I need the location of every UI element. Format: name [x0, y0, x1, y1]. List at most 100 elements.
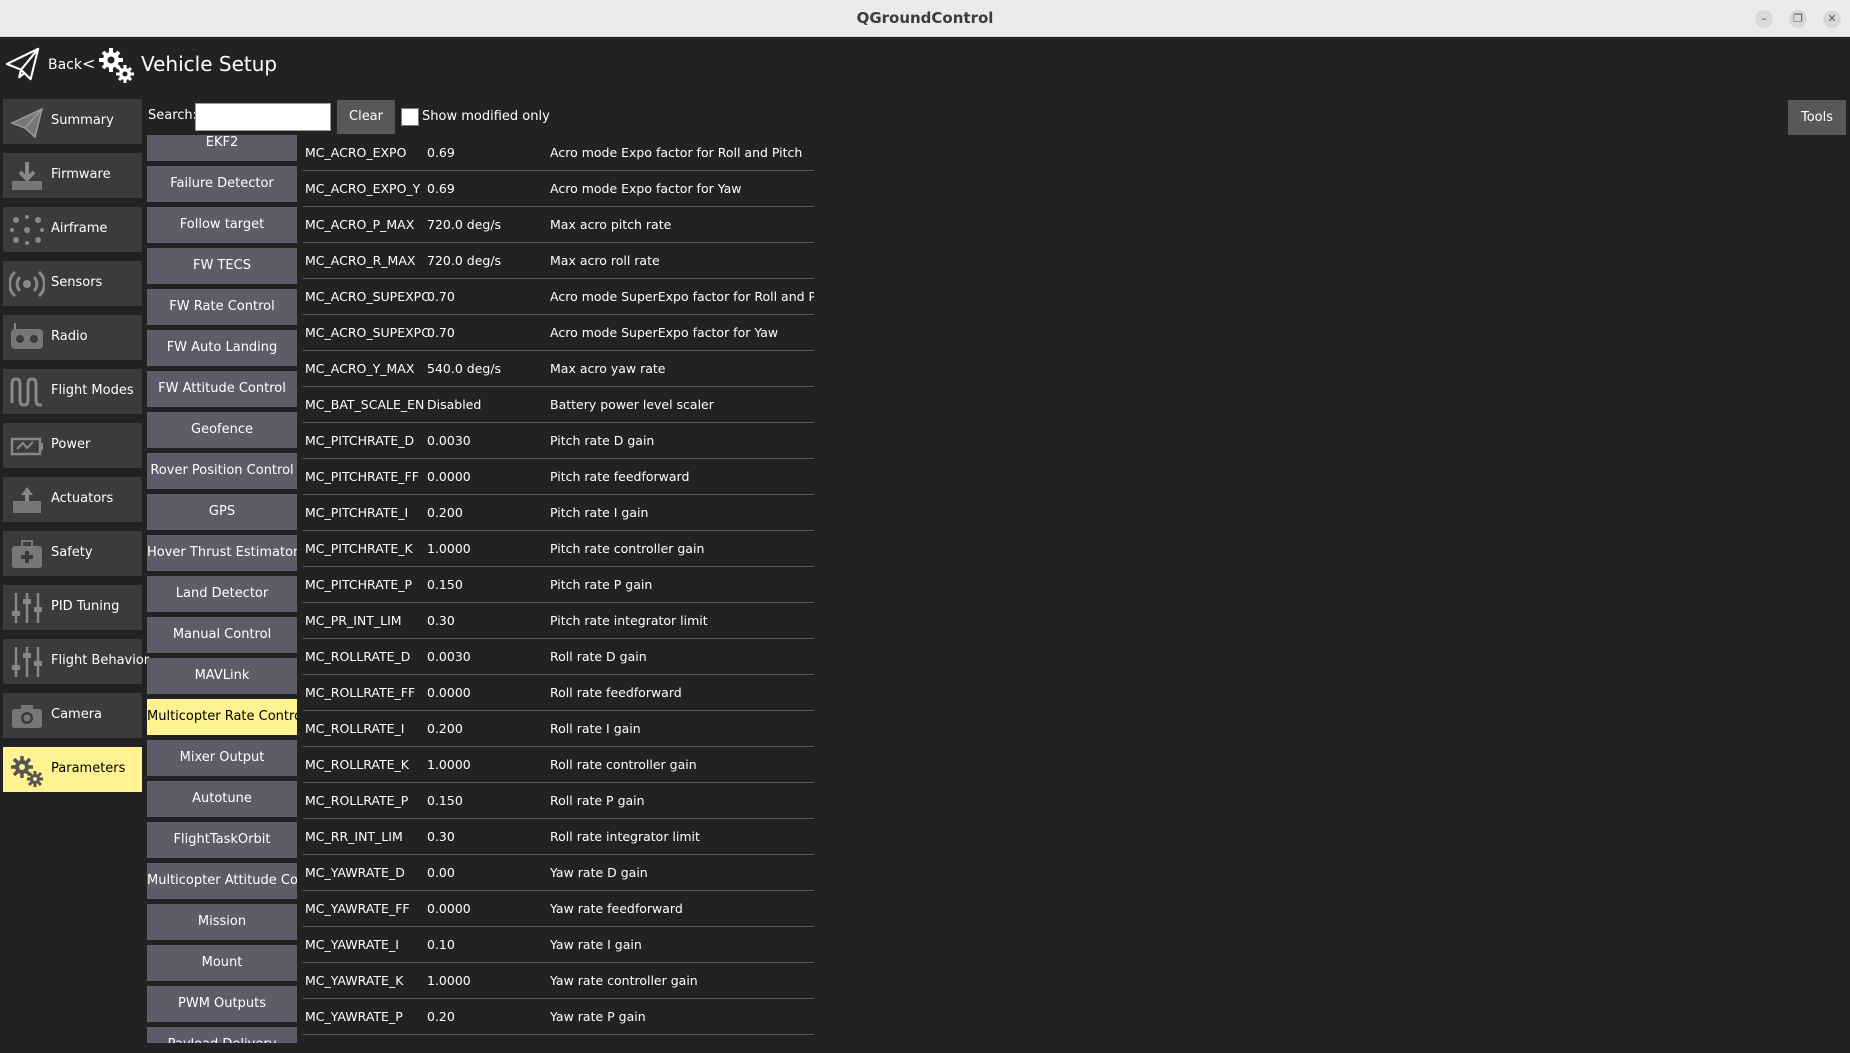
parameter-row[interactable]: MC_ACRO_SUPEXPO 0.70 Acro mode SuperExpo f…: [303, 279, 814, 315]
group-button[interactable]: EKF2: [147, 135, 297, 161]
group-button[interactable]: FlightTaskOrbit: [147, 822, 297, 858]
parameter-value[interactable]: 0.70: [427, 289, 455, 304]
group-button[interactable]: MAVLink: [147, 658, 297, 694]
sidebar-item-pid-tuning[interactable]: PID Tuning: [3, 585, 142, 630]
group-button[interactable]: Land Detector: [147, 576, 297, 612]
sidebar-item-camera[interactable]: Camera: [3, 693, 142, 738]
parameter-row[interactable]: MC_YAWRATE_D 0.00 Yaw rate D gain: [303, 855, 814, 891]
parameter-value[interactable]: 0.30: [427, 829, 455, 844]
parameter-value[interactable]: 0.69: [427, 145, 455, 160]
group-button[interactable]: Payload Delivery: [147, 1027, 297, 1043]
parameter-value[interactable]: 0.69: [427, 181, 455, 196]
parameter-row[interactable]: MC_YAWRATE_P 0.20 Yaw rate P gain: [303, 999, 814, 1035]
parameter-value[interactable]: 1.0000: [427, 973, 471, 988]
parameter-value[interactable]: 0.10: [427, 937, 455, 952]
parameter-value[interactable]: 0.70: [427, 325, 455, 340]
sidebar-item-flight-modes[interactable]: Flight Modes: [3, 369, 142, 414]
group-button[interactable]: Follow target: [147, 207, 297, 243]
group-button[interactable]: Mission: [147, 904, 297, 940]
search-input[interactable]: [195, 103, 331, 131]
group-button[interactable]: GPS: [147, 494, 297, 530]
sidebar-item-radio[interactable]: Radio: [3, 315, 142, 360]
sidebar-item-actuators[interactable]: Actuators: [3, 477, 142, 522]
parameter-value[interactable]: 0.30: [427, 613, 455, 628]
parameter-row[interactable]: MC_ACRO_P_MAX 720.0 deg/s Max acro pitch r…: [303, 207, 814, 243]
group-button[interactable]: PWM Outputs: [147, 986, 297, 1022]
parameter-value[interactable]: 0.0030: [427, 649, 471, 664]
sidebar-item-safety[interactable]: Safety: [3, 531, 142, 576]
group-button[interactable]: Hover Thrust Estimator: [147, 535, 297, 571]
sidebar-item-summary[interactable]: Summary: [3, 99, 142, 144]
parameter-value[interactable]: 0.0000: [427, 469, 471, 484]
sidebar-item-airframe[interactable]: Airframe: [3, 207, 142, 252]
parameter-row[interactable]: MC_PR_INT_LIM 0.30 Pitch rate integrator l…: [303, 603, 814, 639]
parameter-value[interactable]: 0.20: [427, 1009, 455, 1024]
sidebar-item-power[interactable]: Power: [3, 423, 142, 468]
parameter-name: MC_PITCHRATE_I: [305, 505, 409, 520]
parameter-description: Pitch rate I gain: [550, 505, 649, 520]
group-button[interactable]: Mixer Output: [147, 740, 297, 776]
parameter-row[interactable]: MC_ROLLRATE_FF 0.0000 Roll rate feedforwar…: [303, 675, 814, 711]
show-modified-checkbox[interactable]: [401, 108, 419, 126]
parameter-row[interactable]: MC_PITCHRATE_FF 0.0000 Pitch rate feedforw…: [303, 459, 814, 495]
parameter-value[interactable]: 0.200: [427, 505, 463, 520]
group-button[interactable]: Multicopter Attitude Control: [147, 863, 297, 899]
parameter-value[interactable]: 1.0000: [427, 541, 471, 556]
parameter-row[interactable]: MC_ACRO_SUPEXPOY 0.70 Acro mode SuperExpo …: [303, 315, 814, 351]
sidebar-item-firmware[interactable]: Firmware: [3, 153, 142, 198]
group-button[interactable]: FW Rate Control: [147, 289, 297, 325]
parameter-row[interactable]: MC_PITCHRATE_I 0.200 Pitch rate I gain: [303, 495, 814, 531]
parameter-value[interactable]: 0.200: [427, 721, 463, 736]
parameter-row[interactable]: MC_YAWRATE_FF 0.0000 Yaw rate feedforward: [303, 891, 814, 927]
group-button[interactable]: FW Attitude Control: [147, 371, 297, 407]
parameter-value[interactable]: 720.0 deg/s: [427, 217, 501, 232]
group-button[interactable]: Mount: [147, 945, 297, 981]
group-button[interactable]: Autotune: [147, 781, 297, 817]
group-button[interactable]: Multicopter Rate Control: [147, 699, 297, 735]
restore-icon[interactable]: ❐: [1789, 10, 1807, 28]
parameter-value[interactable]: 720.0 deg/s: [427, 253, 501, 268]
group-button[interactable]: Failure Detector: [147, 166, 297, 202]
parameter-value[interactable]: 540.0 deg/s: [427, 361, 501, 376]
parameter-row[interactable]: MC_ROLLRATE_D 0.0030 Roll rate D gain: [303, 639, 814, 675]
group-button[interactable]: Rover Position Control: [147, 453, 297, 489]
parameter-row[interactable]: MC_RR_INT_LIM 0.30 Roll rate integrator li…: [303, 819, 814, 855]
parameter-row[interactable]: MC_ROLLRATE_P 0.150 Roll rate P gain: [303, 783, 814, 819]
parameter-description: Yaw rate P gain: [550, 1009, 646, 1024]
parameter-row[interactable]: MC_YAWRATE_K 1.0000 Yaw rate controller ga…: [303, 963, 814, 999]
parameter-value[interactable]: 0.0000: [427, 901, 471, 916]
paper-plane-icon[interactable]: [4, 45, 42, 83]
parameter-row[interactable]: MC_ACRO_R_MAX 720.0 deg/s Max acro roll ra…: [303, 243, 814, 279]
group-button[interactable]: Geofence: [147, 412, 297, 448]
group-button[interactable]: FW TECS: [147, 248, 297, 284]
back-button[interactable]: Back: [48, 57, 82, 73]
parameter-value[interactable]: 0.00: [427, 865, 455, 880]
sidebar-item-parameters[interactable]: Parameters: [3, 747, 142, 792]
parameter-row[interactable]: MC_YAWRATE_I 0.10 Yaw rate I gain: [303, 927, 814, 963]
sidebar-item-sensors[interactable]: Sensors: [3, 261, 142, 306]
parameter-value[interactable]: 0.0030: [427, 433, 471, 448]
parameter-row[interactable]: MC_PITCHRATE_K 1.0000 Pitch rate controlle…: [303, 531, 814, 567]
group-button[interactable]: FW Auto Landing: [147, 330, 297, 366]
sidebar-item-label: Radio: [51, 329, 88, 344]
parameter-row[interactable]: MC_PITCHRATE_D 0.0030 Pitch rate D gain: [303, 423, 814, 459]
group-button[interactable]: Manual Control: [147, 617, 297, 653]
parameter-row[interactable]: MC_PITCHRATE_P 0.150 Pitch rate P gain: [303, 567, 814, 603]
tools-button[interactable]: Tools: [1788, 100, 1846, 135]
parameter-row[interactable]: MC_BAT_SCALE_EN Disabled Battery power lev…: [303, 387, 814, 423]
close-icon[interactable]: ✕: [1823, 10, 1841, 28]
parameter-row[interactable]: MC_ROLLRATE_K 1.0000 Roll rate controller …: [303, 747, 814, 783]
parameter-value[interactable]: 0.150: [427, 793, 463, 808]
minimize-icon[interactable]: –: [1755, 10, 1773, 28]
parameter-value[interactable]: 0.150: [427, 577, 463, 592]
parameter-value[interactable]: Disabled: [427, 397, 481, 412]
parameter-value[interactable]: 1.0000: [427, 757, 471, 772]
parameter-row[interactable]: MC_ACRO_EXPO 0.69 Acro mode Expo factor fo…: [303, 135, 814, 171]
parameter-row[interactable]: MC_ACRO_EXPO_Y 0.69 Acro mode Expo factor …: [303, 171, 814, 207]
sidebar-item-flight-behavior[interactable]: Flight Behavior: [3, 639, 149, 684]
clear-button[interactable]: Clear: [337, 100, 395, 134]
parameter-row[interactable]: MC_ACRO_Y_MAX 540.0 deg/s Max acro yaw rat…: [303, 351, 814, 387]
parameter-name: MC_YAWRATE_FF: [305, 901, 410, 916]
parameter-value[interactable]: 0.0000: [427, 685, 471, 700]
parameter-row[interactable]: MC_ROLLRATE_I 0.200 Roll rate I gain: [303, 711, 814, 747]
